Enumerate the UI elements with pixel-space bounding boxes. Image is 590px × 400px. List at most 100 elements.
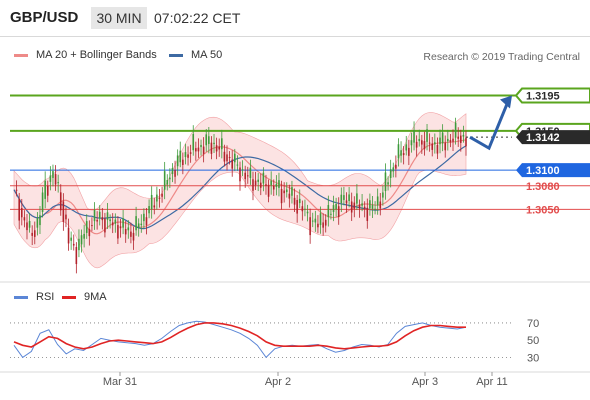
candle-body: [285, 189, 288, 193]
candle-body: [345, 200, 348, 204]
x-tick-label: Mar 31: [103, 376, 137, 388]
candle-body: [395, 164, 397, 169]
candle-body: [236, 164, 239, 166]
candle-body: [171, 168, 174, 175]
ma9-label: 9MA: [84, 291, 107, 303]
candle-body: [26, 222, 28, 231]
candle-body: [85, 221, 88, 233]
candle-body: [161, 193, 163, 197]
candle-body: [358, 204, 361, 209]
candle-body: [324, 219, 327, 226]
candle-body: [392, 167, 395, 172]
candle-body: [143, 213, 145, 222]
candle-body: [434, 142, 436, 145]
candle-body: [156, 194, 158, 202]
candle-body: [462, 134, 465, 137]
ma9-swatch: [62, 295, 76, 299]
candle-body: [200, 144, 202, 148]
candle-body: [387, 182, 389, 185]
candle-body: [179, 150, 182, 163]
candle-body: [80, 235, 83, 245]
candle-body: [314, 218, 317, 223]
candle-body: [322, 222, 324, 228]
rsi-label: RSI: [36, 291, 55, 303]
candle-body: [348, 194, 350, 201]
candle-body: [293, 197, 296, 205]
candle-body: [44, 180, 46, 199]
candle-body: [49, 175, 52, 182]
candle-body: [275, 183, 278, 187]
candle-body: [98, 211, 101, 219]
candle-body: [153, 205, 156, 208]
candle-body: [218, 146, 221, 150]
candle-body: [444, 142, 447, 151]
candle-body: [39, 215, 41, 226]
candle-body: [439, 137, 441, 145]
candle-body: [319, 213, 322, 226]
level-tag-text: 1.3195: [526, 91, 560, 103]
candle-body: [176, 155, 179, 167]
candle-body: [52, 171, 54, 178]
candle-body: [101, 217, 104, 221]
candle-body: [436, 144, 439, 154]
candle-body: [376, 196, 379, 206]
price-chart: 1.31951.31501.31421.31001.30801.30503050…: [0, 87, 590, 388]
candle-body: [36, 218, 39, 228]
level-label-1.3142: 1.3142: [516, 130, 590, 145]
candle-body: [130, 231, 132, 237]
level-label-1.3100: 1.3100: [516, 163, 590, 178]
level-tag-text-1.3050: 1.3050: [526, 204, 560, 216]
candle-body: [65, 214, 67, 220]
rsi-series-9MA: [13, 322, 466, 350]
candle-body: [327, 205, 330, 218]
candle-body: [301, 206, 304, 212]
candle-body: [70, 237, 72, 241]
rsi-tick-50: 50: [527, 335, 539, 347]
candle-body: [163, 171, 166, 190]
candle-body: [272, 185, 275, 190]
candle-body: [23, 217, 26, 221]
candle-body: [106, 212, 109, 220]
candle-body: [189, 152, 192, 154]
candle-body: [337, 206, 340, 218]
candle-body: [402, 153, 405, 156]
candle-body: [441, 132, 444, 144]
candle-body: [54, 174, 57, 185]
candle-body: [88, 228, 91, 237]
candle-body: [174, 170, 176, 177]
candle-body: [231, 159, 234, 169]
candle-body: [195, 148, 197, 152]
candle-body: [96, 219, 98, 222]
candle-body: [317, 223, 319, 228]
candle-body: [343, 195, 345, 200]
candle-body: [31, 232, 33, 236]
candle-body: [192, 134, 195, 151]
candle-body: [291, 187, 293, 196]
candle-body: [465, 137, 467, 147]
candle-body: [382, 192, 384, 198]
candle-body: [431, 143, 434, 150]
x-tick-label: Apr 3: [412, 376, 438, 388]
legend-rsi: RSI: [14, 291, 54, 303]
candle-body: [447, 138, 449, 142]
candle-body: [117, 225, 119, 239]
candle-body: [454, 122, 457, 138]
candle-body: [332, 205, 335, 212]
candle-body: [262, 172, 265, 184]
candle-body: [252, 179, 254, 191]
candle-body: [57, 182, 59, 184]
candle-body: [140, 223, 143, 226]
candle-body: [132, 232, 135, 241]
candle-body: [75, 247, 78, 265]
candle-body: [369, 200, 371, 209]
candle-body: [283, 190, 285, 194]
candle-body: [288, 193, 291, 199]
candle-body: [28, 220, 31, 228]
candle-body: [215, 145, 218, 152]
candle-body: [228, 157, 231, 159]
candle-body: [418, 138, 421, 142]
rsi-tick-70: 70: [527, 318, 539, 330]
candle-body: [423, 141, 426, 150]
candle-body: [91, 225, 93, 227]
candle-body: [239, 167, 241, 182]
